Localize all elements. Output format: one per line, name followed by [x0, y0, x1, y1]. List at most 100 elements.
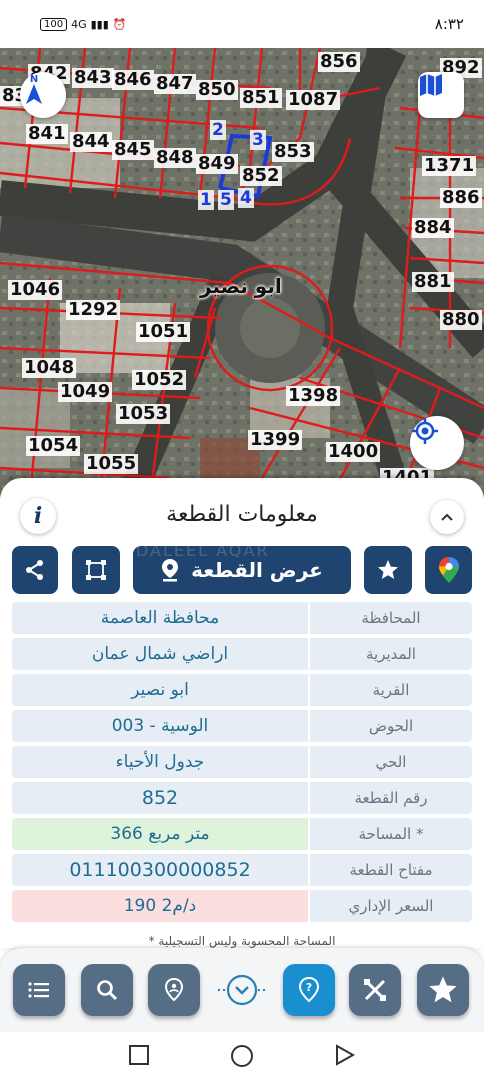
area-label: ابو نصير: [200, 274, 282, 298]
parcel-label[interactable]: 1400: [326, 442, 381, 462]
parcel-label[interactable]: 850: [196, 80, 238, 100]
parcel-label[interactable]: 881: [412, 272, 454, 292]
row-label: السعر الإداري: [310, 890, 472, 922]
table-row: 011100300000852 مفتاح القطعة: [12, 854, 472, 886]
star-icon: [378, 560, 398, 579]
status-time: ٨:٣٢: [434, 15, 464, 33]
locate-icon: [412, 418, 438, 444]
parcel-label[interactable]: 847: [154, 74, 196, 94]
compass-button[interactable]: N: [20, 72, 66, 118]
battery-icon: 100: [40, 17, 68, 31]
parcel-label-selected[interactable]: 852: [240, 166, 282, 186]
table-row: محافظة العاصمة المحافظة: [12, 602, 472, 634]
map-layers-icon: [420, 74, 442, 96]
square-icon: [129, 1045, 149, 1065]
help-pin-button[interactable]: ?: [283, 964, 335, 1016]
share-button[interactable]: [12, 546, 58, 594]
table-row: ابو نصير القرية: [12, 674, 472, 706]
row-value: اراضي شمال عمان: [12, 638, 308, 670]
row-label: الحي: [310, 746, 472, 778]
row-value: 366 متر مربع: [12, 818, 308, 850]
place-marker-icon: [164, 978, 184, 1002]
parcel-label[interactable]: 1371: [422, 156, 477, 176]
parcel-label[interactable]: 1046: [8, 280, 63, 300]
parcel-label[interactable]: 1048: [22, 358, 77, 378]
favorites-button[interactable]: [417, 964, 469, 1016]
help-pin-icon: ?: [298, 977, 320, 1003]
row-value: الوسية - 003: [12, 710, 308, 742]
parcel-info-sheet: i معلومات القطعة عرض القطعة DALEEL AQAR …: [0, 478, 484, 948]
edge-number: 2: [210, 120, 226, 140]
parcel-label[interactable]: 1055: [84, 454, 139, 474]
row-value: 852: [12, 782, 308, 814]
collapse-sheet-button[interactable]: [430, 500, 464, 534]
parcel-label[interactable]: 849: [196, 154, 238, 174]
parcel-label[interactable]: 853: [272, 142, 314, 162]
bottom-toolbar: ?: [0, 948, 484, 1032]
list-button[interactable]: [13, 964, 65, 1016]
expand-button[interactable]: [216, 968, 268, 1012]
parcel-label[interactable]: 845: [112, 140, 154, 160]
back-button[interactable]: [334, 1044, 356, 1070]
parcel-label[interactable]: 1399: [248, 430, 303, 450]
edge-number: 3: [250, 130, 266, 150]
parcel-bounds-button[interactable]: [72, 546, 120, 594]
table-row: 366 متر مربع المساحة *: [12, 818, 472, 850]
search-button[interactable]: [81, 964, 133, 1016]
place-marker-button[interactable]: [148, 964, 200, 1016]
parcel-label[interactable]: 844: [70, 132, 112, 152]
boundary-icon: [86, 560, 106, 580]
parcel-label[interactable]: 1054: [26, 436, 81, 456]
parcel-label[interactable]: 1052: [132, 370, 187, 390]
cadastral-map[interactable]: 842 843 846 847 850 851 1087 856 892 841…: [0, 48, 484, 498]
watermark: DALEEL AQAR: [136, 541, 270, 560]
parcel-label[interactable]: 1087: [286, 90, 341, 110]
star-icon: [429, 976, 457, 1003]
parcel-label[interactable]: 1398: [286, 386, 341, 406]
tools-button[interactable]: [349, 964, 401, 1016]
row-value: جدول الأحياء: [12, 746, 308, 778]
svg-text:?: ?: [306, 981, 312, 994]
row-value: 190 د/م2: [12, 890, 308, 922]
google-maps-icon: [438, 557, 459, 583]
parcel-label[interactable]: 841: [26, 124, 68, 144]
svg-text:N: N: [30, 74, 38, 85]
recent-apps-button[interactable]: [128, 1044, 150, 1070]
parcel-label[interactable]: 848: [154, 148, 196, 168]
sheet-title: معلومات القطعة: [166, 502, 318, 527]
parcel-label[interactable]: 843: [72, 68, 114, 88]
compass-icon: N: [26, 74, 42, 104]
list-icon: [28, 982, 49, 998]
home-button[interactable]: [230, 1044, 254, 1072]
parcel-label[interactable]: 886: [440, 188, 482, 208]
chevron-down-icon: [218, 974, 266, 1006]
favorite-button[interactable]: [364, 546, 412, 594]
edge-number: 1: [198, 190, 214, 210]
google-maps-button[interactable]: [425, 546, 472, 594]
parcel-label[interactable]: 880: [440, 310, 482, 330]
row-label: المساحة *: [310, 818, 472, 850]
parcel-label[interactable]: 1049: [58, 382, 113, 402]
row-label: مفتاح القطعة: [310, 854, 472, 886]
parcel-label[interactable]: 884: [412, 218, 454, 238]
table-row: جدول الأحياء الحي: [12, 746, 472, 778]
parcel-label[interactable]: 856: [318, 52, 360, 72]
map-layers-button[interactable]: [418, 72, 464, 118]
signal-icon: ▮▮▮: [90, 17, 109, 31]
alarm-icon: ⏰: [112, 17, 127, 31]
parcel-label[interactable]: 1051: [136, 322, 191, 342]
row-label: الحوض: [310, 710, 472, 742]
table-row: 190 د/م2 السعر الإداري: [12, 890, 472, 922]
edge-number: 5: [218, 190, 234, 210]
row-label: المحافظة: [310, 602, 472, 634]
area-footnote: * المساحة المحسوبة وليس التسجيلية: [148, 934, 336, 948]
parcel-label[interactable]: 846: [112, 70, 154, 90]
parcel-label[interactable]: 851: [240, 88, 282, 108]
locate-me-button[interactable]: [410, 416, 464, 470]
triangle-back-icon: [336, 1044, 356, 1066]
tools-icon: [364, 979, 386, 1001]
parcel-label[interactable]: 1292: [66, 300, 121, 320]
parcel-label[interactable]: 1053: [116, 404, 171, 424]
row-label: القرية: [310, 674, 472, 706]
table-row: 852 رقم القطعة: [12, 782, 472, 814]
